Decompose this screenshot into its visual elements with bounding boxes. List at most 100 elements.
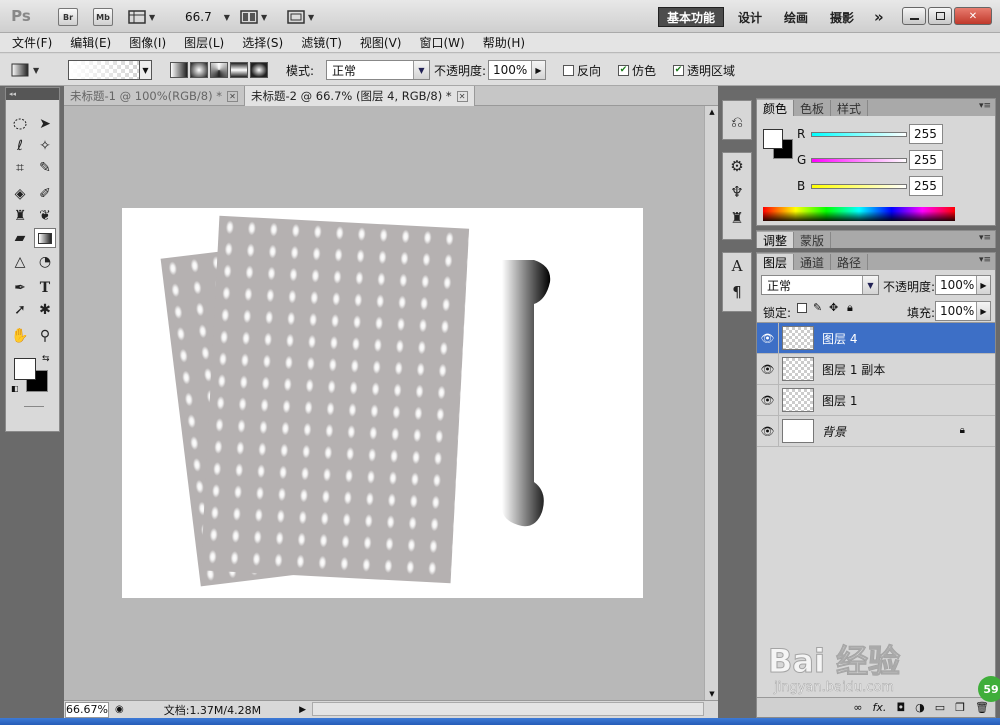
tab-channels[interactable]: 通道 <box>794 254 832 270</box>
status-menu-arrow-icon[interactable]: ▶ <box>299 705 306 715</box>
adjustment-layer-icon[interactable]: ◑ <box>915 701 925 714</box>
minimize-button[interactable] <box>902 7 926 25</box>
lock-position-icon[interactable]: ✥ <box>829 301 838 314</box>
status-info-icon[interactable]: ◉ <box>115 704 124 715</box>
red-slider[interactable] <box>811 131 907 137</box>
zoom-tool[interactable]: ⚲ <box>34 326 56 346</box>
eraser-tool[interactable]: ▰ <box>9 228 31 248</box>
tab-adjustments[interactable]: 调整 <box>757 232 795 248</box>
healing-brush-tool[interactable]: ◈ <box>9 184 31 204</box>
menu-file[interactable]: 文件(F) <box>12 34 52 51</box>
tab-styles[interactable]: 样式 <box>831 100 869 116</box>
diamond-gradient-button[interactable] <box>250 62 268 78</box>
paragraph-icon[interactable]: ¶ <box>723 279 751 305</box>
lock-transparent-icon[interactable] <box>797 303 807 313</box>
new-group-icon[interactable]: ▭ <box>935 701 945 714</box>
brush-panel-icon[interactable]: ♆ <box>723 179 751 205</box>
tab-masks[interactable]: 蒙版 <box>794 232 832 248</box>
reverse-checkbox[interactable]: 反向 <box>563 59 601 81</box>
layer-row-4[interactable]: 👁︎ 图层 4 <box>757 322 995 354</box>
mode-select[interactable]: 正常 ▼ <box>326 60 430 80</box>
scroll-down-icon[interactable]: ▼ <box>706 688 718 700</box>
layer-row-1-copy[interactable]: 👁︎ 图层 1 副本 <box>757 353 995 385</box>
panel-menu-icon[interactable]: ▾≡ <box>979 255 991 265</box>
foreground-color-swatch[interactable] <box>14 358 36 380</box>
more-workspaces-button[interactable]: » <box>866 7 892 27</box>
default-colors-icon[interactable]: ◧ <box>11 384 19 393</box>
green-value-input[interactable]: 255 <box>909 150 943 170</box>
dodge-tool[interactable]: ◔ <box>34 252 56 272</box>
angle-gradient-button[interactable] <box>210 62 228 78</box>
custom-shape-tool[interactable]: ✱ <box>34 300 56 320</box>
marquee-tool[interactable] <box>9 114 31 134</box>
workspace-design[interactable]: 设计 <box>730 7 770 27</box>
transparency-checkbox[interactable]: ✔ 透明区域 <box>673 59 735 81</box>
tab-layers[interactable]: 图层 <box>757 254 795 270</box>
blue-slider[interactable] <box>811 183 907 189</box>
move-tool[interactable]: ➤ <box>34 114 56 134</box>
type-tool[interactable]: T <box>34 278 56 298</box>
tool-preset-picker[interactable]: ▼ <box>10 59 39 81</box>
menu-filter[interactable]: 滤镜(T) <box>301 34 342 51</box>
transparency-check-box[interactable]: ✔ <box>673 64 684 76</box>
lock-image-icon[interactable]: ✎ <box>813 301 822 314</box>
new-layer-icon[interactable]: ❐ <box>955 701 965 714</box>
document-canvas[interactable] <box>122 208 643 598</box>
brush-tool[interactable]: ✐ <box>34 184 56 204</box>
link-layers-icon[interactable]: ∞ <box>853 701 862 714</box>
red-value-input[interactable]: 255 <box>909 124 943 144</box>
color-spectrum-bar[interactable] <box>763 207 955 221</box>
vertical-scrollbar[interactable]: ▲ ▼ <box>704 106 718 700</box>
layer-mask-icon[interactable]: ◘ <box>896 701 905 714</box>
close-button[interactable]: ✕ <box>954 7 992 25</box>
menu-select[interactable]: 选择(S) <box>242 34 283 51</box>
crop-tool[interactable]: ⌗ <box>9 158 31 178</box>
hand-tool[interactable]: ✋ <box>9 326 31 346</box>
panel-menu-icon[interactable]: ▾≡ <box>979 101 991 111</box>
view-extras-button[interactable]: ▼ <box>128 6 155 28</box>
menu-window[interactable]: 窗口(W) <box>419 34 464 51</box>
path-selection-tool[interactable]: ➚ <box>9 300 31 320</box>
menu-image[interactable]: 图像(I) <box>129 34 166 51</box>
close-icon[interactable]: ✕ <box>227 90 239 102</box>
history-brush-tool[interactable]: ❦ <box>34 206 56 226</box>
linear-gradient-button[interactable] <box>170 62 188 78</box>
layer-style-icon[interactable]: fx. <box>873 701 887 714</box>
reflected-gradient-button[interactable] <box>230 62 248 78</box>
toolbox-collapse-handle[interactable]: ◂◂ <box>6 88 59 100</box>
screen-mode-button[interactable]: ▼ <box>287 6 314 28</box>
swap-colors-icon[interactable]: ⇆ <box>42 354 50 364</box>
workspace-essentials[interactable]: 基本功能 <box>658 7 725 27</box>
scroll-up-icon[interactable]: ▲ <box>706 106 718 118</box>
blend-mode-select[interactable]: 正常 ▼ <box>761 275 879 295</box>
restore-button[interactable] <box>928 7 952 25</box>
eye-icon[interactable]: 👁︎ <box>757 322 779 354</box>
fill-input[interactable]: 100% ▶ <box>935 301 991 321</box>
layer-opacity-input[interactable]: 100% ▶ <box>935 275 991 295</box>
reverse-check-box[interactable] <box>563 64 574 76</box>
zoom-level-select[interactable]: 66.7 ▼ <box>185 6 230 28</box>
workspace-painting[interactable]: 绘画 <box>776 7 816 27</box>
lasso-tool[interactable]: ℓ <box>9 136 31 156</box>
document-tab-2[interactable]: 未标题-2 @ 66.7% (图层 4, RGB/8) * ✕ <box>245 86 475 106</box>
eye-icon[interactable]: 👁︎ <box>757 384 779 416</box>
status-zoom-field[interactable]: 66.67% <box>65 701 109 718</box>
green-slider[interactable] <box>811 157 907 163</box>
blur-tool[interactable]: △ <box>9 252 31 272</box>
opacity-input[interactable]: 100% ▶ <box>488 60 546 80</box>
dither-checkbox[interactable]: ✔ 仿色 <box>618 59 656 81</box>
layer-row-background[interactable]: 👁︎ 背景 🔒︎ <box>757 415 995 447</box>
clone-source-icon[interactable]: ♜ <box>723 205 751 231</box>
eye-icon[interactable]: 👁︎ <box>757 415 779 447</box>
tab-color[interactable]: 颜色 <box>757 100 795 116</box>
radial-gradient-button[interactable] <box>190 62 208 78</box>
dither-check-box[interactable]: ✔ <box>618 64 629 76</box>
history-icon[interactable]: ⎌ <box>723 109 751 135</box>
blue-value-input[interactable]: 255 <box>909 176 943 196</box>
arrange-documents-button[interactable]: ▼ <box>240 6 267 28</box>
tab-paths[interactable]: 路径 <box>831 254 869 270</box>
close-icon[interactable]: ✕ <box>456 90 468 102</box>
clone-stamp-tool[interactable]: ♜ <box>9 206 31 226</box>
pen-tool[interactable]: ✒ <box>9 278 31 298</box>
menu-layer[interactable]: 图层(L) <box>184 34 224 51</box>
